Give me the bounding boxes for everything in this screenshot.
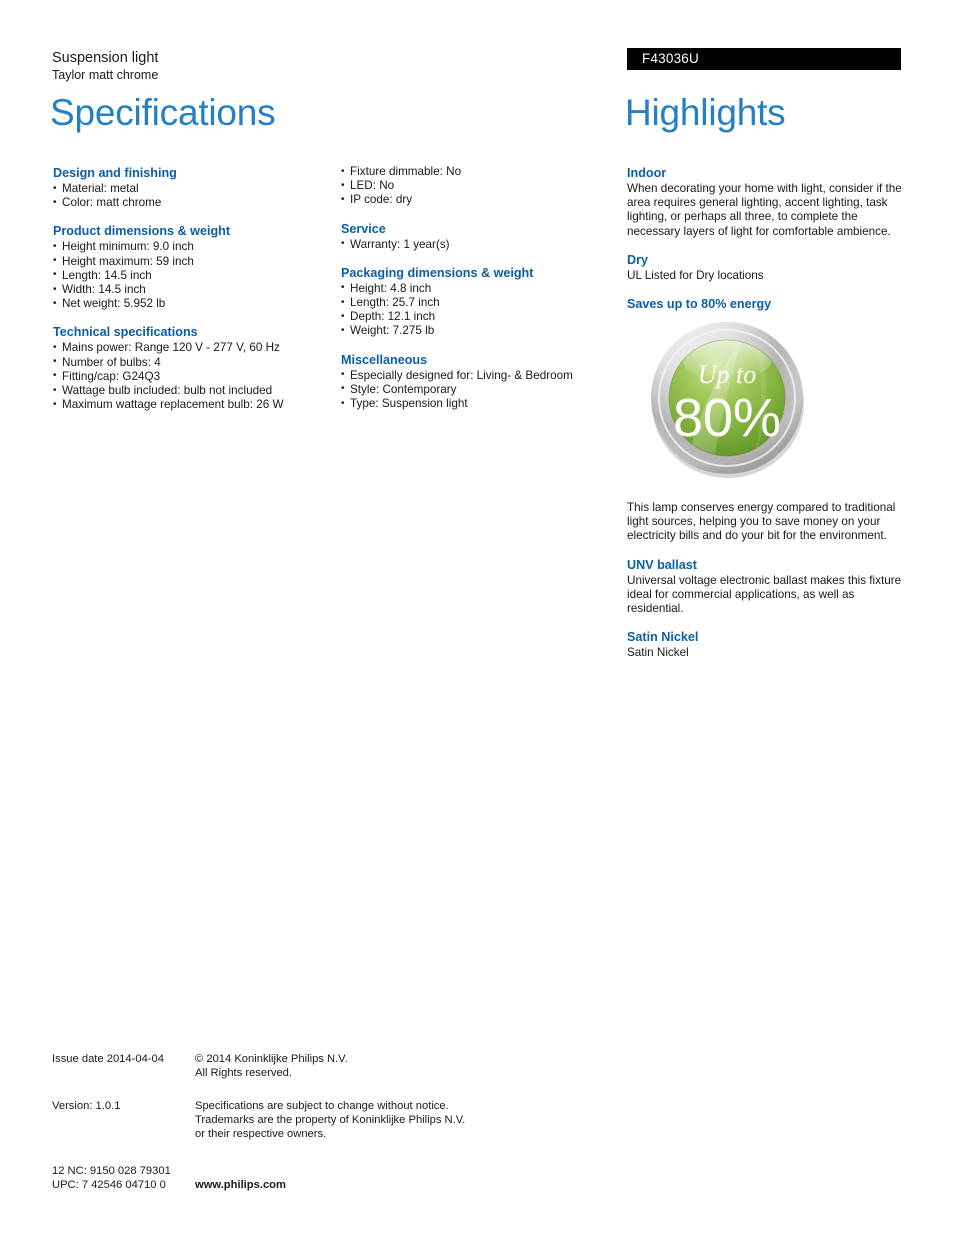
spec-item-list: Height: 4.8 inch Length: 25.7 inch Depth… (341, 281, 621, 339)
footer-issue-date: Issue date 2014-04-04 (52, 1053, 164, 1065)
spec-item-list: Fixture dimmable: No LED: No IP code: dr… (341, 164, 621, 208)
website-link[interactable]: www.philips.com (195, 1179, 286, 1191)
energy-savings-badge-icon: Up to 80% (651, 322, 804, 479)
highlight-indoor: Indoor When decorating your home with li… (627, 165, 903, 239)
spec-group-heading: Miscellaneous (341, 352, 428, 367)
footer-copyright-line: All Rights reserved. (195, 1067, 292, 1079)
highlight-text: When decorating your home with light, co… (627, 182, 902, 238)
footer-version-row: Version: 1.0.1 Specifications are subjec… (52, 1099, 572, 1141)
footer-issue-row: Issue date 2014-04-04 © 2014 Koninklijke… (52, 1052, 572, 1080)
highlight-finish: Satin Nickel Satin Nickel (627, 629, 903, 660)
spec-item: Net weight: 5.952 lb (53, 297, 338, 311)
highlight-text: This lamp conserves energy compared to t… (627, 501, 896, 543)
spec-group-heading: Technical specifications (53, 325, 198, 340)
footer-version: Version: 1.0.1 (52, 1100, 121, 1112)
footer-copyright-line: © 2014 Koninklijke Philips N.V. (195, 1053, 348, 1065)
highlight-text: Universal voltage electronic ballast mak… (627, 573, 902, 616)
spec-group-continued: Fixture dimmable: No LED: No IP code: dr… (341, 164, 621, 208)
specifications-column-b: Fixture dimmable: No LED: No IP code: dr… (341, 164, 621, 412)
spec-item-list: Especially designed for: Living- & Bedro… (341, 368, 621, 412)
highlight-ballast: UNV ballast Universal voltage electronic… (627, 557, 903, 617)
spec-item: LED: No (341, 179, 621, 193)
product-code-label: F43036U (642, 51, 699, 66)
spec-item: Warranty: 1 year(s) (341, 237, 621, 252)
footer-website-wrap: www.philips.com (195, 1164, 572, 1192)
spec-item: Length: 25.7 inch (341, 296, 621, 310)
highlight-text: UL Listed for Dry locations (627, 268, 764, 282)
spec-group-heading: Design and finishing (53, 166, 177, 180)
footer-nc-code: 12 NC: 9150 028 79301 (52, 1165, 171, 1177)
footer-codes-row: 12 NC: 9150 028 79301 UPC: 7 42546 04710… (52, 1164, 572, 1192)
spec-group-heading: Packaging dimensions & weight (341, 265, 534, 280)
highlight-text: Satin Nickel (627, 646, 689, 660)
spec-item: Depth: 12.1 inch (341, 310, 621, 324)
spec-item: Height maximum: 59 inch (53, 254, 338, 269)
spec-item: Fixture dimmable: No (341, 164, 621, 179)
spec-item: Height minimum: 9.0 inch (53, 240, 338, 254)
spec-group: Service Warranty: 1 year(s) (341, 221, 621, 252)
spec-item-list: Mains power: Range 120 V - 277 V, 60 Hz … (53, 341, 338, 412)
highlight-heading: UNV ballast (627, 557, 697, 572)
spec-group-heading: Product dimensions & weight (53, 224, 231, 239)
energy-badge-container: Up to 80% (627, 321, 903, 491)
product-code-bar: F43036U (627, 48, 901, 70)
footer-disclaimer-line: or their respective owners. (195, 1128, 327, 1140)
spec-sheet-page: Suspension light Taylor matt chrome F430… (0, 0, 954, 1235)
spec-group: Technical specifications Mains power: Ra… (53, 324, 338, 412)
highlight-heading: Dry (627, 252, 648, 267)
highlight-energy: Saves up to 80% energy Up to 80% This la… (627, 296, 903, 544)
spec-group-heading: Service (341, 221, 386, 236)
spec-item: IP code: dry (341, 193, 621, 207)
product-type-label: Suspension light (52, 50, 159, 66)
spec-item: Height: 4.8 inch (341, 281, 621, 296)
footer-disclaimer-line: Trademarks are the property of Koninklij… (195, 1114, 466, 1126)
footer-codes: 12 NC: 9150 028 79301 UPC: 7 42546 04710… (52, 1164, 192, 1192)
spec-item: Style: Contemporary (341, 382, 621, 397)
spec-item: Length: 14.5 inch (53, 268, 338, 283)
spec-item: Width: 14.5 inch (53, 283, 338, 297)
specifications-title: Specifications (50, 92, 276, 133)
footer-disclaimer: Specifications are subject to change wit… (195, 1099, 572, 1141)
footer-copyright: © 2014 Koninklijke Philips N.V. All Righ… (195, 1052, 572, 1080)
spec-item: Number of bulbs: 4 (53, 355, 338, 370)
spec-group: Miscellaneous Especially designed for: L… (341, 352, 621, 412)
spec-item-list: Height minimum: 9.0 inch Height maximum:… (53, 240, 338, 311)
spec-item: Weight: 7.275 lb (341, 324, 621, 338)
spec-group: Product dimensions & weight Height minim… (53, 223, 338, 311)
footer: Issue date 2014-04-04 © 2014 Koninklijke… (52, 1052, 572, 1192)
spec-item: Type: Suspension light (341, 397, 621, 411)
highlights-title: Highlights (625, 92, 786, 133)
spec-item-list: Warranty: 1 year(s) (341, 237, 621, 252)
spec-item: Mains power: Range 120 V - 277 V, 60 Hz (53, 341, 338, 355)
spec-item: Color: matt chrome (53, 196, 338, 210)
badge-up-to-label: Up to (698, 360, 757, 389)
footer-disclaimer-line: Specifications are subject to change wit… (195, 1100, 449, 1112)
highlight-heading: Satin Nickel (627, 630, 699, 645)
badge-percent-label: 80% (673, 388, 781, 448)
highlight-dry: Dry UL Listed for Dry locations (627, 252, 903, 283)
spec-item: Fitting/cap: G24Q3 (53, 369, 338, 384)
highlight-heading: Saves up to 80% energy (627, 297, 772, 312)
spec-item: Especially designed for: Living- & Bedro… (341, 368, 621, 383)
footer-upc-code: UPC: 7 42546 04710 0 (52, 1179, 166, 1191)
spec-group: Design and finishing Material: metal Col… (53, 165, 338, 210)
spec-item: Wattage bulb included: bulb not included (53, 384, 338, 398)
spec-group: Packaging dimensions & weight Height: 4.… (341, 265, 621, 339)
specifications-column-a: Design and finishing Material: metal Col… (53, 165, 338, 412)
highlight-heading: Indoor (627, 166, 667, 180)
product-name-label: Taylor matt chrome (52, 68, 159, 82)
highlights-column: Indoor When decorating your home with li… (627, 165, 903, 660)
spec-item: Material: metal (53, 181, 338, 196)
spec-item-list: Material: metal Color: matt chrome (53, 181, 338, 210)
header-product-info: Suspension light Taylor matt chrome (52, 50, 158, 83)
spec-item: Maximum wattage replacement bulb: 26 W (53, 398, 338, 412)
